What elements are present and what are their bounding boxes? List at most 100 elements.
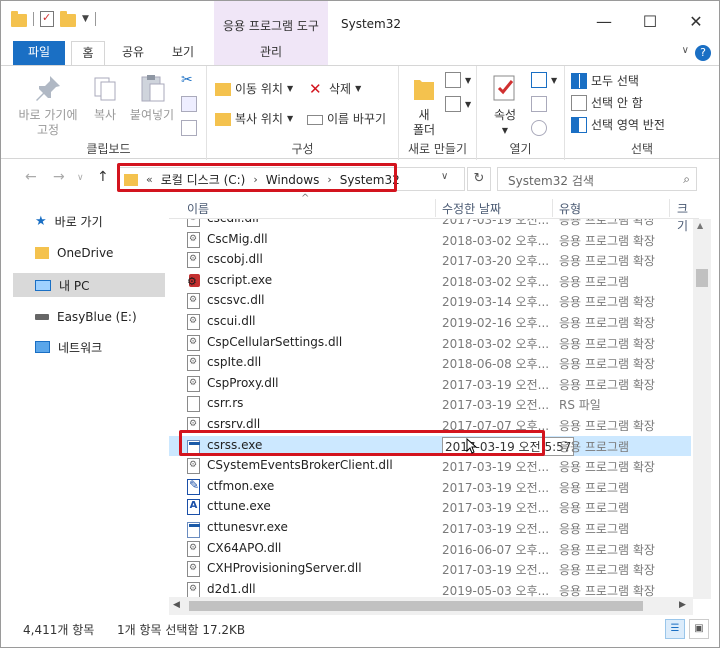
history-button[interactable] bbox=[531, 120, 547, 136]
tab-file[interactable]: 파일 bbox=[13, 41, 65, 65]
file-row[interactable]: CXHProvisioningServer.dll 2017-03-19 오전..… bbox=[169, 559, 691, 579]
cut-button[interactable]: ✂ bbox=[181, 72, 197, 88]
nav-item-network[interactable]: 네트워크 bbox=[13, 335, 165, 359]
column-separator[interactable] bbox=[669, 199, 670, 217]
exe-file-icon bbox=[187, 522, 200, 538]
file-row[interactable]: Acttune.exe 2017-03-19 오전... 응용 프로그램 bbox=[169, 497, 691, 517]
scroll-right-icon[interactable]: ▶ bbox=[679, 600, 686, 610]
tab-view[interactable]: 보기 bbox=[163, 41, 203, 65]
search-box[interactable]: System32 검색 ⌕ bbox=[497, 167, 697, 191]
easy-access-icon bbox=[445, 96, 461, 112]
properties-check-icon[interactable] bbox=[40, 11, 54, 27]
maximize-button[interactable]: ☐ bbox=[627, 1, 673, 41]
file-date: 2019-02-16 오후... bbox=[442, 316, 550, 330]
scrollbar-thumb[interactable] bbox=[696, 269, 708, 287]
column-separator[interactable] bbox=[435, 199, 436, 217]
tab-home[interactable]: 홈 bbox=[71, 41, 105, 66]
file-row[interactable]: CscMig.dll 2018-03-02 오후... 응용 프로그램 확장 bbox=[169, 230, 691, 250]
horizontal-scrollbar[interactable]: ◀ ▶ bbox=[169, 597, 693, 615]
scrollbar-thumb[interactable] bbox=[189, 601, 643, 611]
file-name: CscMig.dll bbox=[207, 231, 268, 246]
open-button[interactable]: ▼ bbox=[531, 72, 557, 88]
back-arrow-icon[interactable]: ← bbox=[25, 169, 37, 185]
new-item-button[interactable]: ▼ bbox=[445, 72, 471, 88]
file-name: cscobj.dll bbox=[207, 252, 263, 267]
scroll-left-icon[interactable]: ◀ bbox=[173, 600, 180, 610]
file-type: 응용 프로그램 확장 bbox=[559, 233, 655, 248]
select-all-button[interactable]: 모두 선택 bbox=[571, 72, 639, 89]
file-row[interactable]: cscript.exe 2018-03-02 오후... 응용 프로그램 bbox=[169, 271, 691, 291]
invert-selection-button[interactable]: 선택 영역 반전 bbox=[571, 116, 665, 133]
tab-manage[interactable]: 관리 bbox=[214, 41, 328, 65]
new-folder-button[interactable]: 새 폴더 bbox=[407, 72, 441, 138]
file-row[interactable]: cttunesvr.exe 2017-03-19 오전... 응용 프로그램 bbox=[169, 518, 691, 538]
file-row[interactable]: cscobj.dll 2017-03-20 오후... 응용 프로그램 확장 bbox=[169, 250, 691, 270]
group-organize: 이동 위치 ▼ 복사 위치 ▼ ✕ 삭제 ▼ 이름 바꾸기 구성 bbox=[207, 66, 399, 160]
sort-up-icon: ^ bbox=[301, 193, 310, 204]
help-icon[interactable]: ? bbox=[695, 45, 711, 61]
easy-access-button[interactable]: ▼ bbox=[445, 96, 471, 112]
move-to-button[interactable]: 이동 위치 ▼ bbox=[215, 80, 293, 97]
paste-button[interactable]: 붙여넣기 bbox=[127, 72, 177, 123]
open-icon bbox=[531, 72, 547, 88]
nav-item-label: 네트워크 bbox=[58, 340, 103, 355]
select-none-button[interactable]: 선택 안 함 bbox=[571, 94, 643, 111]
file-row[interactable]: CspProxy.dll 2017-03-19 오전... 응용 프로그램 확장 bbox=[169, 374, 691, 394]
vertical-scrollbar[interactable]: ▲ bbox=[693, 219, 711, 599]
nav-item-quick-access[interactable]: ★ 바로 가기 bbox=[13, 209, 165, 233]
column-date[interactable]: 수정한 날짜 bbox=[442, 200, 501, 217]
nav-item-this-pc[interactable]: 내 PC bbox=[13, 273, 165, 297]
item-count: 4,411개 항목 bbox=[23, 623, 95, 637]
close-button[interactable]: ✕ bbox=[673, 1, 719, 41]
file-type: 응용 프로그램 확장 bbox=[559, 542, 655, 557]
file-row[interactable]: cscui.dll 2019-02-16 오후... 응용 프로그램 확장 bbox=[169, 312, 691, 332]
properties-button[interactable]: 속성 ▼ bbox=[485, 72, 525, 138]
up-arrow-icon[interactable]: ↑ bbox=[97, 169, 109, 185]
pin-quick-access-button[interactable]: 바로 가기에 고정 bbox=[15, 72, 81, 138]
copy-button[interactable]: 복사 bbox=[87, 72, 123, 123]
edit-button[interactable] bbox=[531, 96, 547, 112]
copy-path-button[interactable] bbox=[181, 96, 197, 112]
delete-button[interactable]: ✕ 삭제 ▼ bbox=[309, 80, 361, 97]
file-row[interactable]: cscdll.dll 2017-03-19 오전... 응용 프로그램 확장 bbox=[169, 219, 691, 229]
column-name[interactable]: 이름 bbox=[187, 200, 209, 217]
dll-file-icon bbox=[187, 540, 200, 557]
pin-icon bbox=[32, 72, 64, 104]
file-date: 2017-03-19 오전... bbox=[442, 398, 550, 413]
forward-arrow-icon[interactable]: → bbox=[53, 169, 65, 185]
file-date: 2016-06-07 오후... bbox=[442, 542, 550, 557]
file-name: CspCellularSettings.dll bbox=[207, 334, 343, 349]
file-row[interactable]: ctfmon.exe 2017-03-19 오전... 응용 프로그램 bbox=[169, 477, 691, 497]
rename-button[interactable]: 이름 바꾸기 bbox=[307, 110, 386, 127]
file-row[interactable]: CspCellularSettings.dll 2018-03-02 오후... 응… bbox=[169, 333, 691, 353]
tab-share[interactable]: 공유 bbox=[113, 41, 153, 65]
recent-dropdown-icon[interactable]: ∨ bbox=[77, 173, 84, 183]
column-type[interactable]: 유형 bbox=[559, 200, 581, 217]
ribbon-expand-icon[interactable]: ∨ bbox=[682, 45, 689, 56]
file-name: cttune.exe bbox=[207, 499, 271, 514]
scroll-up-icon[interactable]: ▲ bbox=[697, 221, 703, 230]
file-row[interactable]: cspIte.dll 2018-06-08 오후... 응용 프로그램 확장 bbox=[169, 353, 691, 373]
nav-item-easyblue[interactable]: EasyBlue (E:) bbox=[13, 305, 165, 329]
qat-dropdown-icon[interactable]: ▼ bbox=[82, 14, 89, 24]
address-dropdown-icon[interactable]: ∨ bbox=[441, 171, 448, 182]
copy-to-button[interactable]: 복사 위치 ▼ bbox=[215, 110, 293, 127]
dll-file-icon bbox=[187, 252, 200, 269]
file-row[interactable]: CX64APO.dll 2016-06-07 오후... 응용 프로그램 확장 bbox=[169, 539, 691, 559]
search-input[interactable]: System32 검색 bbox=[508, 172, 594, 189]
column-separator[interactable] bbox=[552, 199, 553, 217]
nav-item-onedrive[interactable]: OneDrive bbox=[13, 241, 165, 265]
minimize-button[interactable]: — bbox=[581, 1, 627, 41]
large-icons-view-button[interactable]: ▣ bbox=[689, 619, 709, 639]
paste-shortcut-button[interactable] bbox=[181, 120, 197, 136]
file-row[interactable]: cscsvc.dll 2019-03-14 오후... 응용 프로그램 확장 bbox=[169, 291, 691, 311]
refresh-button[interactable]: ↻ bbox=[467, 167, 491, 191]
details-view-button[interactable]: ☰ bbox=[665, 619, 685, 639]
file-date: 2017-03-19 오전... bbox=[442, 377, 550, 392]
folder-icon bbox=[11, 10, 27, 27]
file-type: 응용 프로그램 확장 bbox=[559, 460, 655, 475]
file-row[interactable]: CSystemEventsBrokerClient.dll 2017-03-19 … bbox=[169, 456, 691, 476]
new-folder-icon[interactable] bbox=[60, 10, 76, 27]
nav-item-label: OneDrive bbox=[57, 246, 114, 260]
file-row[interactable]: csrr.rs 2017-03-19 오전... RS 파일 bbox=[169, 394, 691, 414]
